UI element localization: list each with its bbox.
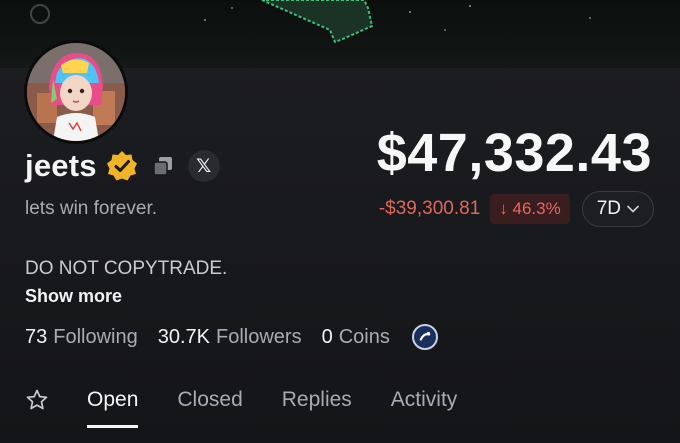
following-stat[interactable]: 73 Following [25, 326, 138, 349]
followers-label: Followers [216, 325, 302, 348]
profile-stats: 73 Following 30.7K Followers 0 Coins [25, 324, 438, 350]
avatar[interactable] [24, 40, 128, 144]
tab-activity[interactable]: Activity [391, 388, 458, 412]
pnl-row: -$39,300.81 ↓ 46.3% 7D [379, 191, 654, 227]
profile-name-row: jeets 𝕏 [25, 146, 220, 186]
profile-name: jeets [25, 148, 97, 183]
verified-badge-icon [106, 151, 137, 181]
tab-open[interactable]: Open [87, 388, 139, 428]
profile-description: DO NOT COPYTRADE. [25, 258, 228, 279]
show-more-link[interactable]: Show more [25, 286, 122, 307]
x-social-button[interactable]: 𝕏 [187, 150, 220, 182]
coins-count: 0 [321, 325, 333, 348]
pnl-value: -$39,300.81 [378, 198, 481, 219]
profile-bio: lets win forever. [25, 198, 157, 219]
period-label: 7D [596, 198, 621, 219]
period-dropdown[interactable]: 7D [581, 191, 654, 227]
tab-closed[interactable]: Closed [177, 388, 242, 412]
portfolio-balance: $47,332.43 [376, 123, 652, 183]
chevron-down-icon [627, 205, 639, 213]
profile-tabs: Open Closed Replies Activity [25, 388, 496, 428]
tab-replies[interactable]: Replies [282, 388, 352, 412]
copy-icon[interactable] [152, 155, 174, 177]
coin-badge-icon[interactable] [411, 324, 438, 350]
star-icon[interactable] [25, 388, 49, 412]
pct-change-badge: ↓ 46.3% [490, 194, 570, 224]
coins-label: Coins [338, 325, 390, 348]
followers-count: 30.7K [157, 325, 210, 348]
followers-stat[interactable]: 30.7K Followers [158, 326, 302, 349]
following-label: Following [53, 325, 138, 348]
coins-stat[interactable]: 0 Coins [322, 326, 390, 349]
following-count: 73 [25, 325, 48, 348]
x-icon: 𝕏 [196, 155, 212, 177]
